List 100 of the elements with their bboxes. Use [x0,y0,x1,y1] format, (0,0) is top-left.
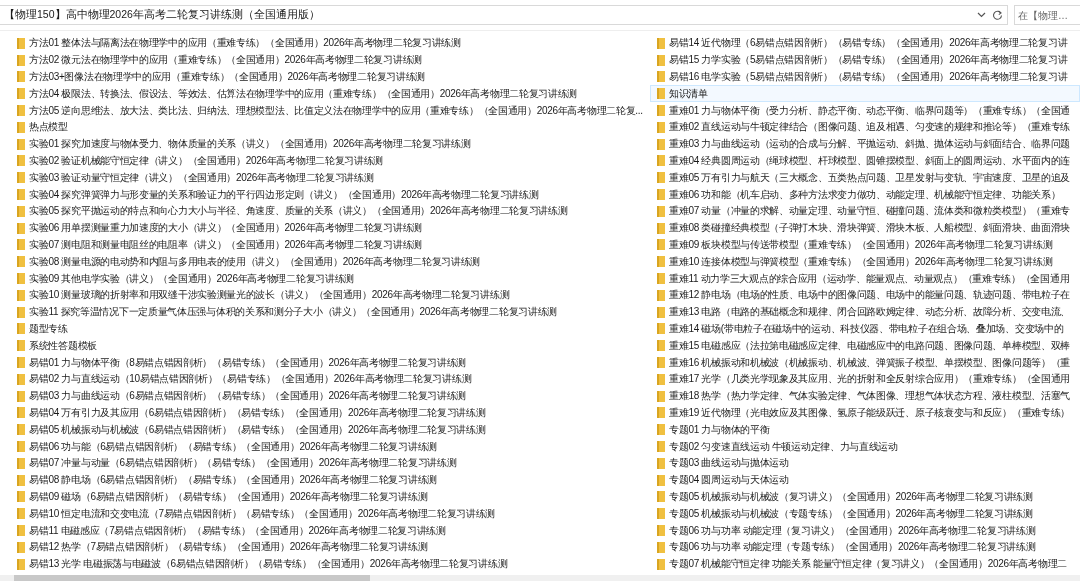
folder-item[interactable]: 实验05 探究平抛运动的特点和向心力大小与半径、角速度、质量的关系（讲义）（全国通用）2026年高考物理二轮复习讲练测 [0,202,650,220]
folder-icon [17,222,25,234]
folder-item[interactable]: 实验10 测量玻璃的折射率和用双缝干涉实验测量光的波长（讲义）（全国通用）2026年高考物理二轮复习讲练测 [0,286,650,304]
folder-icon [17,541,25,553]
folder-item[interactable]: 方法05 逆向思维法、放大法、类比法、归纳法、理想模型法、比值定义法在物理学中的应用（重难专练）（全国通用）2026年高考物理二轮复... [0,102,650,119]
folder-item[interactable]: 重难04 经典圆周运动（绳球模型、杆球模型、圆锥摆模型、斜面上的圆周运动、水平面内的连 [650,152,1080,170]
folder-item[interactable]: 重难16 机械振动和机械波（机械振动、机械波、弹簧振子模型、单摆模型、图像问题等）（重 [650,354,1080,371]
folder-item[interactable]: 专题05 机械振动与机械波（专题专练）（全国通用）2026年高考物理二轮复习讲练测 [650,505,1080,523]
folder-item[interactable]: 热点模型 [0,119,650,136]
folder-item[interactable]: 重难19 近代物理（光电效应及其图像、氢原子能级跃迁、原子核衰变与和反应）（重难专练） [650,404,1080,422]
folder-item[interactable]: 重难01 力与物体平衡（受力分析、静态平衡、动态平衡、临界问题等）（重难专练）（全国通 [650,102,1080,119]
folder-item[interactable]: 易错11 电磁感应（7易错点错因剖析）（易错专练）（全国通用）2026年高考物理二轮复习讲练测 [0,522,650,539]
folder-item[interactable]: 重难10 连接体模型与弹簧模型（重难专练）（全国通用）2026年高考物理二轮复习讲练测 [650,253,1080,271]
scrollbar[interactable] [0,575,1080,581]
folder-item[interactable]: 专题02 匀变速直线运动 牛顿运动定律、力与直线运动 [650,438,1080,455]
folder-icon [17,172,25,184]
chevron-down-icon[interactable] [977,12,986,18]
folder-icon [657,71,665,83]
folder-item[interactable]: 方法03+图像法在物理学中的应用（重难专练）（全国通用）2026年高考物理二轮复习讲练测 [0,68,650,86]
folder-icon [17,525,25,536]
folder-item[interactable]: 实验02 验证机械能守恒定律（讲义）（全国通用）2026年高考物理二轮复习讲练测 [0,152,650,170]
folder-icon [657,273,665,285]
folder-item[interactable]: 易错05 机械振动与机械波（6易错点错因剖析）（易错专练）（全国通用）2026年高考物理二轮复习讲练测 [0,421,650,439]
folder-item[interactable]: 实验09 其他电学实验（讲义）（全国通用）2026年高考物理二轮复习讲练测 [0,270,650,287]
folder-item[interactable]: 方法04 极限法、转换法、假设法、等效法、估算法在物理学中的应用（重难专练）（全国通用）2026年高考物理二轮复习讲练测 [0,85,650,103]
folder-item[interactable]: 重难18 热学（热力学定律、气体实验定律、气体图像、理想气体状态方程、液柱模型、活塞气 [650,387,1080,405]
folder-item[interactable]: 易错09 磁场（6易错点错因剖析）（易错专练）（全国通用）2026年高考物理二轮复习讲练测 [0,488,650,506]
folder-icon [657,54,665,66]
folder-item[interactable]: 重难14 磁场(带电粒子在磁场中的运动、科技仪器、带电粒子在组合场、叠加场、交变场中的 [650,320,1080,338]
folder-item[interactable]: 实验06 用单摆测量重力加速度的大小（讲义）（全国通用）2026年高考物理二轮复习讲练测 [0,219,650,237]
folder-icon [657,558,665,570]
folder-icon [17,105,25,117]
search-field[interactable]: 在【物理… [1014,5,1080,25]
folder-item[interactable]: 专题03 曲线运动与抛体运动 [650,454,1080,472]
folder-item[interactable]: 方法01 整体法与隔离法在物理学中的应用（重难专练）（全国通用）2026年高考物理二轮复习讲练测 [0,35,650,52]
folder-item[interactable]: 实验03 验证动量守恒定律（讲义）（全国通用）2026年高考物理二轮复习讲练测 [0,169,650,187]
folder-item[interactable]: 专题05 机械振动与机械波（复习讲义）（全国通用）2026年高考物理二轮复习讲练测 [650,488,1080,506]
folder-item[interactable]: 专题01 力与物体的平衡 [650,421,1080,439]
folder-item[interactable]: 易错16 电学实验（5易错点错因剖析）（易错专练）（全国通用）2026年高考物理二轮复习讲 [650,68,1080,86]
folder-item[interactable]: 易错03 力与曲线运动（6易错点错因剖析）（易错专练）（全国通用）2026年高考物理二轮复习讲练测 [0,387,650,405]
folder-item[interactable]: 易错15 力学实验（5易错点错因剖析）（易错专练）（全国通用）2026年高考物理二轮复习讲 [650,51,1080,69]
folder-item[interactable]: 重难02 直线运动与牛顿定律结合（图像问题、追及相遇、匀变速的规律和推论等）（重难专练 [650,119,1080,136]
folder-icon [17,357,25,369]
folder-item[interactable]: 重难05 万有引力与航天（三大概念、五类热点问题、卫星发射与变轨、宇宙速度、卫星的追及 [650,169,1080,187]
folder-item[interactable]: 重难09 板块模型与传送带模型（重难专练）（全国通用）2026年高考物理二轮复习讲练测 [650,236,1080,254]
folder-icon [17,340,25,352]
folder-icon [17,289,25,301]
folder-icon [17,155,25,167]
folder-icon [17,323,25,335]
folder-item[interactable]: 易错04 万有引力及其应用（6易错点错因剖析）（易错专练）（全国通用）2026年高考物理二轮复习讲练测 [0,404,650,422]
folder-icon [657,424,665,436]
folder-icon [17,88,25,100]
folder-item[interactable]: 易错07 冲量与动量（6易错点错因剖析）（易错专练）（全国通用）2026年高考物理二轮复习讲练测 [0,454,650,472]
folder-item[interactable]: 题型专练 [0,320,650,338]
folder-item[interactable]: 实验01 探究加速度与物体受力、物体质量的关系（讲义）（全国通用）2026年高考物理二轮复习讲练测 [0,135,650,153]
folder-icon [657,474,665,486]
folder-item[interactable]: 易错12 热学（7易错点错因剖析）（易错专练）（全国通用）2026年高考物理二轮复习讲练测 [0,538,650,556]
folder-icon [657,306,665,318]
folder-item[interactable]: 重难11 动力学三大观点的综合应用（运动学、能量观点、动量观点）（重难专练）（全国通用 [650,270,1080,287]
folder-item[interactable]: 系统性答题模板 [0,337,650,355]
folder-item[interactable]: 专题06 功与功率 动能定理（专题专练）（全国通用）2026年高考物理二轮复习讲练测 [650,538,1080,556]
folder-icon [657,357,665,369]
folder-item[interactable]: 重难07 动量（冲量的求解、动量定理、动量守恒、碰撞问题、流体类和微粒类模型）（重难专 [650,202,1080,220]
folder-item[interactable]: 专题06 功与功率 动能定理（复习讲义）（全国通用）2026年高考物理二轮复习讲练测 [650,522,1080,539]
folder-icon [17,37,25,49]
folder-item[interactable]: 重难17 光学（几类光学现象及其应用、光的折射和全反射综合应用）（重难专练）（全国通用 [650,370,1080,388]
folder-item[interactable]: 重难15 电磁感应（法拉第电磁感应定律、电磁感应中的电路问题、图像问题、单棒模型、双棒 [650,337,1080,355]
folder-item[interactable]: 专题04 圆周运动与天体运动 [650,471,1080,489]
address-field[interactable]: 【物理150】高中物理2026年高考二轮复习讲练测（全国通用版） [0,5,1008,25]
folder-item[interactable]: 方法02 微元法在物理学中的应用（重难专练）（全国通用）2026年高考物理二轮复习讲练测 [0,51,650,69]
folder-item[interactable]: 重难13 电路（电路的基础概念和规律、闭合回路欧姆定律、动态分析、故障分析、交变电流、 [650,303,1080,321]
folder-icon [657,239,665,251]
folder-item[interactable]: 实验11 探究等温情况下一定质量气体压强与体积的关系和测分子大小（讲义）（全国通用）2026年高考物理二轮复习讲练测 [0,303,650,321]
folder-item[interactable]: 重难08 类碰撞经典模型（子弹打木块、滑块弹簧、滑块木板、人船模型、斜面滑块、曲面滑块 [650,219,1080,237]
folder-item[interactable]: 实验04 探究弹簧弹力与形变量的关系和验证力的平行四边形定则（讲义）（全国通用）2026年高考物理二轮复习讲练测 [0,186,650,203]
refresh-icon[interactable] [992,9,1003,21]
folder-icon [17,71,25,83]
folder-item[interactable]: 专题07 机械能守恒定律 功能关系 能量守恒定律（复习讲义）（全国通用）2026年高考物理二 [650,555,1080,573]
folder-item[interactable]: 易错01 力与物体平衡（8易错点错因剖析）（易错专练）（全国通用）2026年高考物理二轮复习讲练测 [0,354,650,371]
folder-icon [17,474,25,486]
folder-item[interactable]: 易错08 静电场（6易错点错因剖析）（易错专练）（全国通用）2026年高考物理二轮复习讲练测 [0,471,650,489]
folder-item[interactable]: 实验07 测电阻和测量电阻丝的电阻率（讲义）（全国通用）2026年高考物理二轮复习讲练测 [0,236,650,254]
folder-icon [657,189,665,201]
folder-item[interactable]: 实验08 测量电源的电动势和内阻与多用电表的使用（讲义）（全国通用）2026年高考物理二轮复习讲练测 [0,253,650,271]
folder-item[interactable]: 易错13 光学 电磁振荡与电磁波（6易错点错因剖析）（易错专练）（全国通用）2026年高考物理二轮复习讲练测 [0,555,650,573]
folder-icon [657,256,665,268]
folder-icon [17,189,25,201]
folder-item[interactable]: 易错10 恒定电流和交变电流（7易错点错因剖析）（易错专练）（全国通用）2026年高考物理二轮复习讲练测 [0,505,650,523]
folder-icon [657,390,665,402]
folder-item[interactable]: 重难06 功和能（机车启动、多种方法求变力做功、动能定理、机械能守恒定律、功能关系） [650,186,1080,203]
folder-icon [657,508,665,520]
folder-item[interactable]: 重难03 力与曲线运动（运动的合成与分解、平抛运动、斜抛、抛体运动与斜面结合、临界问题 [650,135,1080,153]
folder-item[interactable]: 易错06 功与能（6易错点错因剖析）（易错专练）（全国通用）2026年高考物理二轮复习讲练测 [0,438,650,455]
folder-item[interactable]: 知识清单 [650,85,1080,103]
folder-icon [17,407,25,419]
folder-icon [17,390,25,402]
folder-icon [657,525,665,536]
folder-item[interactable]: 重难12 静电场（电场的性质、电场中的图像问题、电场中的能量问题、轨迹问题、带电粒子在 [650,286,1080,304]
folder-item[interactable]: 易错02 力与直线运动（10易错点错因剖析）（易错专练）（全国通用）2026年高考物理二轮复习讲练测 [0,370,650,388]
folder-item[interactable]: 易错14 近代物理（6易错点错因剖析）（易错专练）（全国通用）2026年高考物理二轮复习讲 [650,35,1080,52]
